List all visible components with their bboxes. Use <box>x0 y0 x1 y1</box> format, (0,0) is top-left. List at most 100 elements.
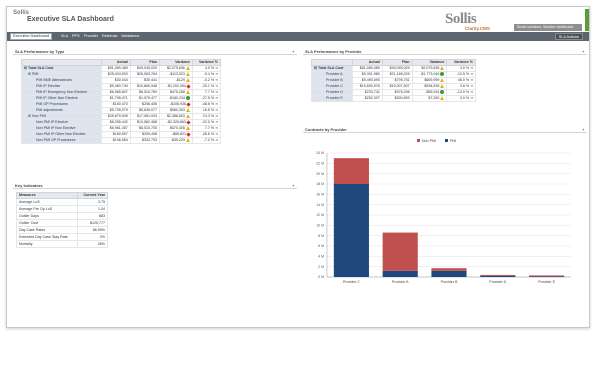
panel-title-text: Key Indicators <box>15 183 43 188</box>
row-label-text: Provider D <box>326 90 343 94</box>
y-tick-label: 4 M <box>318 255 324 259</box>
row-label-text: Total SLA Cost <box>318 66 344 70</box>
tab-executive-dashboard[interactable]: Executive Dashboard <box>10 33 53 40</box>
row-label-text: Non PMI IP Non Elective <box>36 126 76 130</box>
yellow-status-icon <box>185 78 190 83</box>
y-tick-label: 12 M <box>316 213 324 217</box>
green-status-icon <box>440 72 445 77</box>
measure-value: 26% <box>76 240 109 248</box>
trend-arrow-icon: ➔ <box>215 96 218 100</box>
trend-arrow-icon: ➔ <box>470 90 473 94</box>
bar-non-pmi <box>529 275 565 277</box>
panel-title: SLA Performance by Provider ✦ <box>303 49 587 55</box>
green-status-icon <box>440 90 445 95</box>
measure-value: 3.75 <box>76 198 109 206</box>
variance-pct-value: 3.0 %➔ <box>446 95 476 102</box>
yellow-status-icon <box>185 138 190 143</box>
row-label-text: PMI OP Procedures <box>36 102 68 106</box>
tab-validations[interactable]: Validations <box>119 33 141 40</box>
trend-arrow-icon: ➔ <box>470 66 473 70</box>
pin-icon[interactable]: ✦ <box>292 183 295 189</box>
table-row: Non PMI OP Procedures $196,564 $332,793 -$3… <box>21 137 222 144</box>
sla-provider-table: Actual Plan Variance Variance % ⊟ Total SLA … <box>311 59 476 102</box>
trend-arrow-icon: ➔ <box>470 78 473 82</box>
y-tick-label: 20 M <box>316 172 324 176</box>
table-row: Average Pre Op LoS 1.04 <box>16 205 109 213</box>
table-row: Provider E $252,307 $300,893 $7,260 3.0 %➔ <box>311 95 476 102</box>
trend-arrow-icon: ➔ <box>215 120 218 124</box>
brand-tagline: Smart solutions. Smarter healthcare. <box>514 24 582 31</box>
x-tick-label: Provider C <box>343 280 360 284</box>
trend-arrow-icon: ➔ <box>470 96 473 100</box>
yellow-status-icon <box>185 72 190 77</box>
bar-pmi <box>333 184 369 277</box>
panel-title-text: SLA Performance by Provider <box>305 49 362 54</box>
trend-arrow-icon: ➔ <box>215 90 218 94</box>
sla-actions-button[interactable]: SLA Actions <box>554 33 583 40</box>
red-status-icon <box>186 101 191 107</box>
y-tick-label: 22 M <box>316 162 324 166</box>
pin-icon[interactable]: ✦ <box>582 49 585 55</box>
yellow-status-icon <box>185 90 190 95</box>
tab-referrals[interactable]: Referrals <box>100 33 119 40</box>
y-tick-label: 0 M <box>318 275 324 279</box>
tab-sla[interactable]: SLA <box>59 33 70 40</box>
pin-icon[interactable]: ✦ <box>292 49 295 55</box>
row-label-text: PMI IP Other Non Elective <box>36 96 78 100</box>
yellow-status-icon <box>440 66 445 71</box>
measure-label: Average Pre Op LoS <box>16 205 78 213</box>
yellow-status-icon <box>440 84 445 89</box>
trend-arrow-icon: ➔ <box>215 138 218 142</box>
bar-non-pmi <box>382 232 418 271</box>
row-label-text: Total SLA Cost <box>28 66 54 70</box>
yellow-status-icon <box>440 96 445 101</box>
y-tick-label: 18 M <box>316 182 324 186</box>
trend-arrow-icon: ➔ <box>215 126 218 130</box>
bar-pmi <box>480 275 516 277</box>
panel-title-text: Contracts by Provider <box>305 127 347 132</box>
bar-non-pmi <box>333 158 369 184</box>
row-label[interactable]: Provider E <box>311 95 353 102</box>
sla-type-table: Actual Plan Variance Variance % ⊟ Total SLA … <box>21 59 222 144</box>
row-label-text: Provider A <box>326 72 343 76</box>
x-tick-label: Provider B <box>441 280 458 284</box>
y-tick-label: 6 M <box>318 244 324 248</box>
row-label-text: PMI IP Elective <box>36 84 61 88</box>
plan-value: $300,893 <box>381 95 413 102</box>
red-status-icon <box>186 131 191 137</box>
trend-arrow-icon: ➔ <box>215 66 218 70</box>
trend-arrow-icon: ➔ <box>215 84 218 88</box>
measure-label: Outlier Cost <box>16 219 78 227</box>
dashboard-window: Sollis Executive SLA Dashboard Sollis Cl… <box>6 6 590 328</box>
variance-value: $7,260 <box>411 95 448 102</box>
actual-value: $196,564 <box>100 137 131 144</box>
trend-arrow-icon: ➔ <box>215 114 218 118</box>
panel-sla-by-provider: SLA Performance by Provider ✦ Actual Plan… <box>303 49 587 121</box>
panel-title: SLA Performance by Type ✦ <box>13 49 297 55</box>
yellow-status-icon <box>440 78 445 83</box>
row-label-text: Non PMI IP Elective <box>36 120 68 124</box>
measure-label: Mortality <box>16 240 78 248</box>
y-tick-label: 16 M <box>316 193 324 197</box>
row-label-text: Provider C <box>326 84 343 88</box>
table-row: Extended Day Case Stay Rate 2% <box>16 233 109 241</box>
yellow-status-icon <box>185 114 190 119</box>
measure-value: 2% <box>76 233 109 241</box>
row-label-text: Provider B <box>326 78 343 82</box>
legend-label: PMI <box>450 139 456 143</box>
bar-non-pmi <box>480 274 516 276</box>
row-label-text: Provider E <box>326 96 343 100</box>
tab-pps[interactable]: PPS <box>70 33 82 40</box>
y-tick-label: 14 M <box>316 203 324 207</box>
pin-icon[interactable]: ✦ <box>582 127 585 133</box>
row-label-text: PMI IP Emergency Non Elective <box>36 90 88 94</box>
trend-arrow-icon: ➔ <box>470 84 473 88</box>
trend-arrow-icon: ➔ <box>470 72 473 76</box>
row-label[interactable]: Non PMI OP Procedures <box>21 137 102 144</box>
y-tick-label: 2 M <box>318 265 324 269</box>
row-label-text: PMI <box>32 72 39 76</box>
y-tick-label: 10 M <box>316 224 324 228</box>
tab-provider[interactable]: Provider <box>82 33 100 40</box>
yellow-status-icon <box>185 66 190 71</box>
header: Sollis Executive SLA Dashboard Sollis Cl… <box>7 7 589 31</box>
